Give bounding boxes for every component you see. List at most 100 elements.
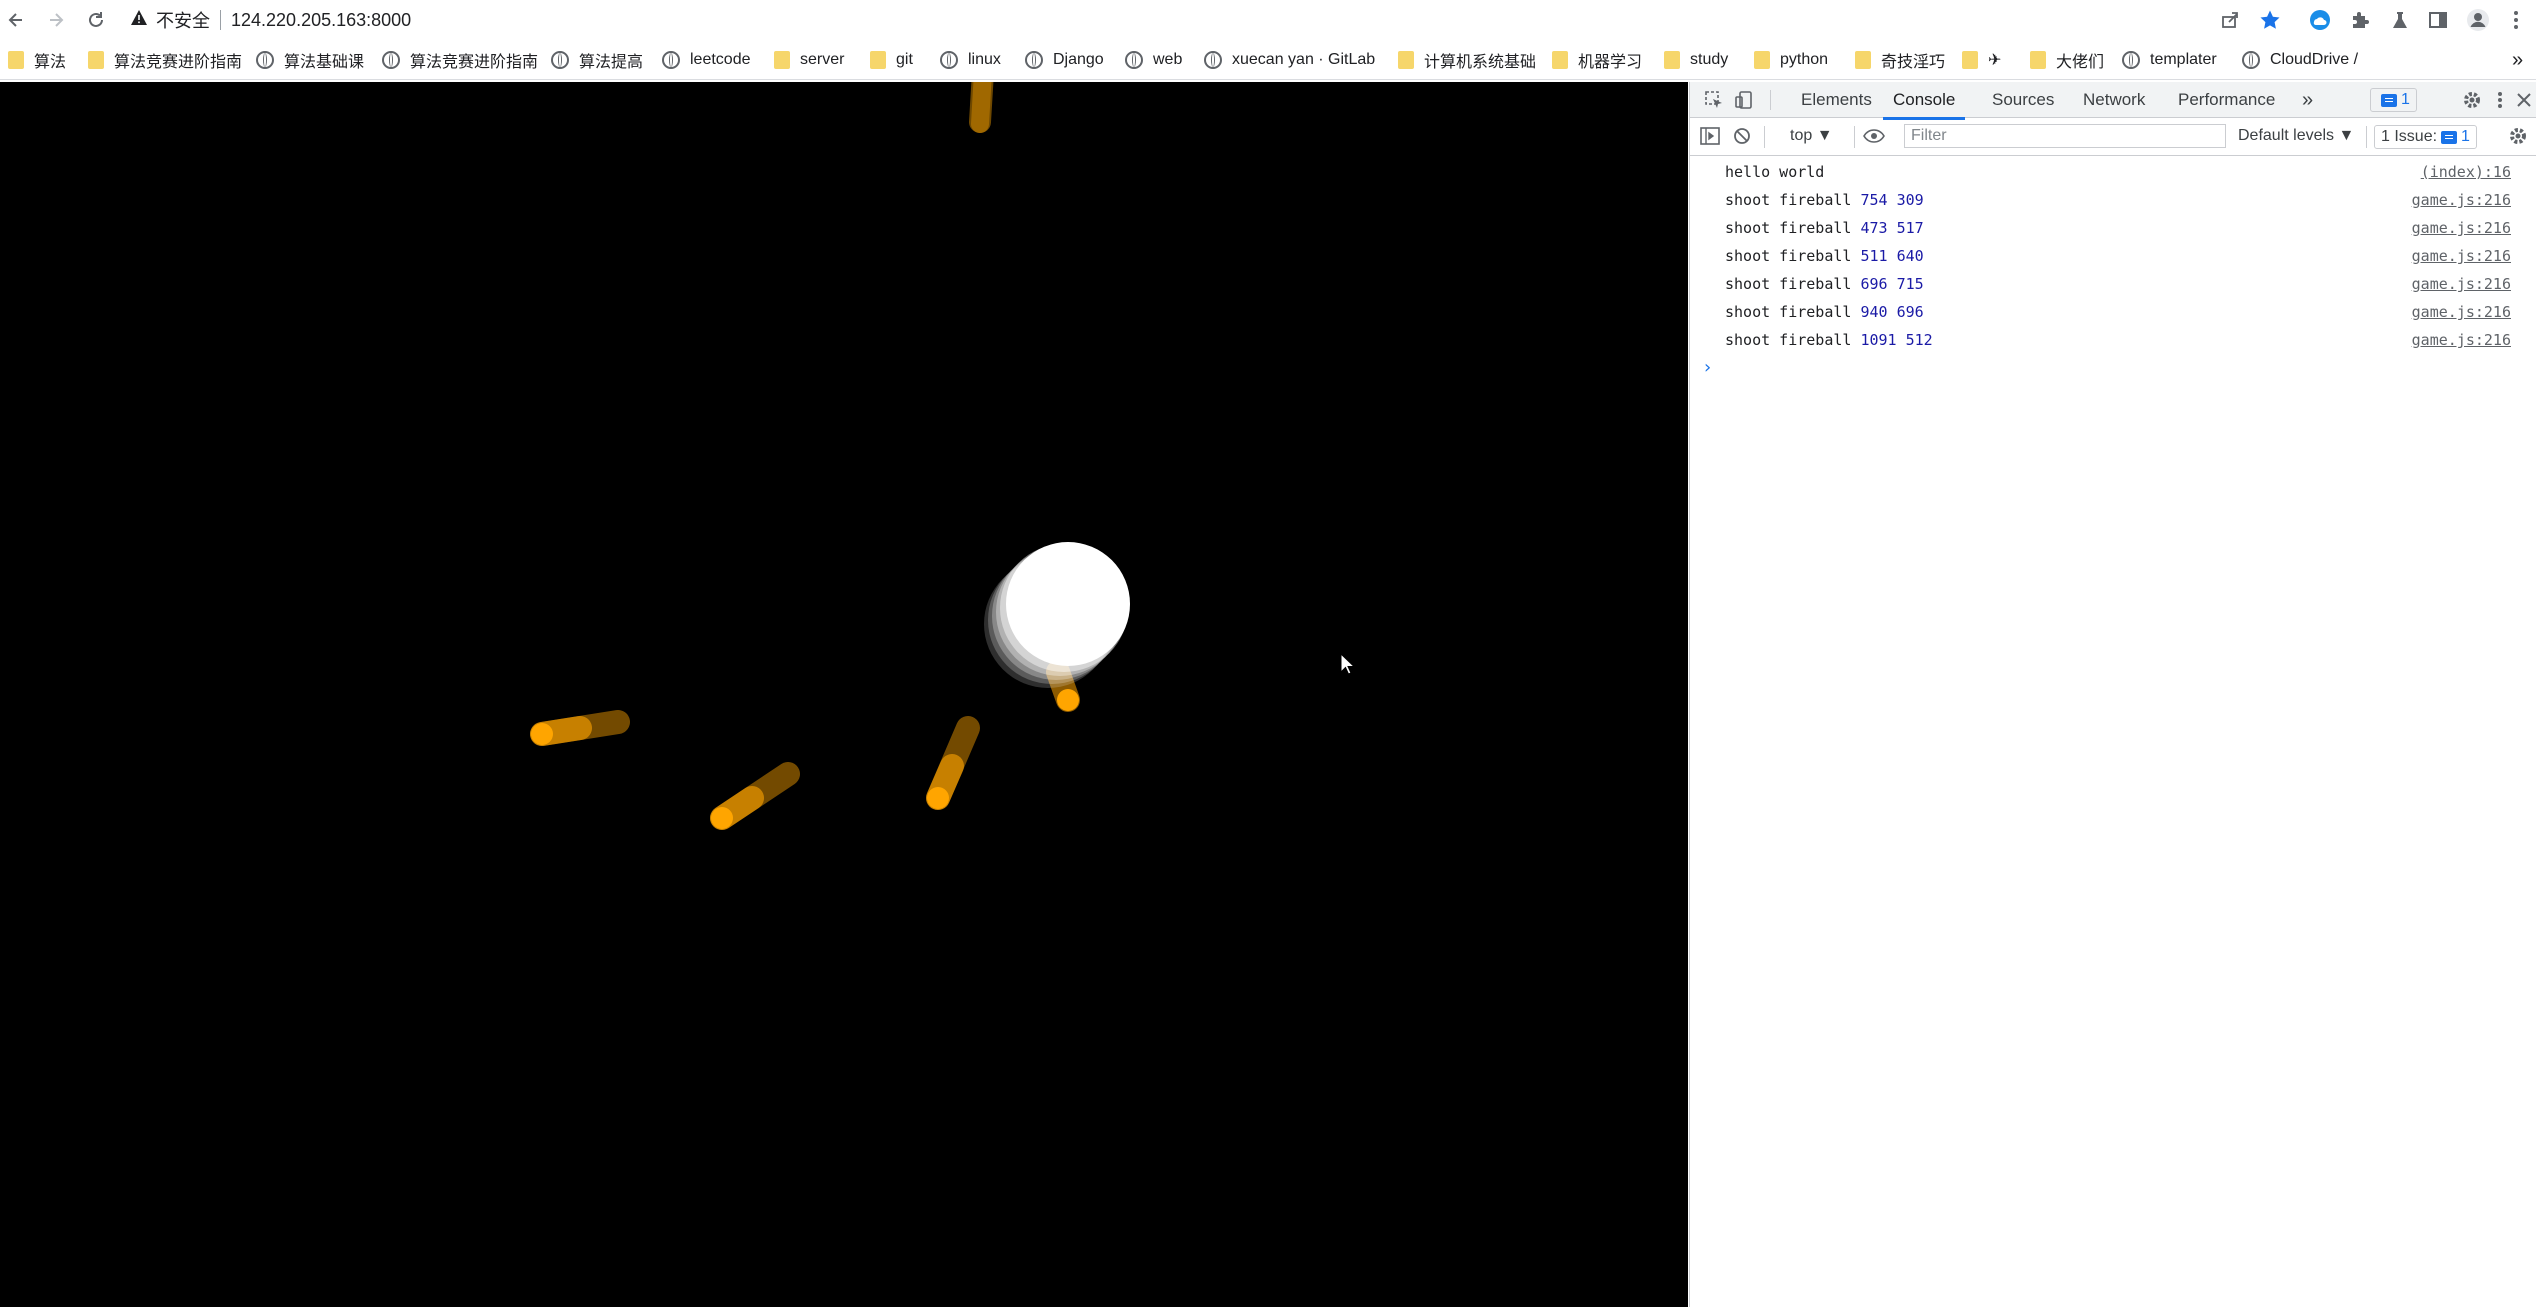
bookmark-item[interactable]: study xyxy=(1664,48,1728,72)
close-devtools-icon[interactable] xyxy=(2510,86,2536,114)
folder-icon xyxy=(2030,51,2046,69)
log-text: shoot fireball xyxy=(1725,331,1852,349)
puzzle-extensions-icon[interactable] xyxy=(2346,6,2374,34)
log-text: shoot fireball xyxy=(1725,219,1852,237)
menu-icon[interactable] xyxy=(2502,6,2530,34)
source-link[interactable]: game.js:216 xyxy=(2412,186,2511,214)
log-number: 640 xyxy=(1896,247,1924,265)
tab-separator xyxy=(1770,90,1771,110)
filter-input[interactable] xyxy=(1904,124,2226,148)
game-canvas[interactable] xyxy=(0,82,1688,1307)
source-link[interactable]: game.js:216 xyxy=(2412,298,2511,326)
bookmark-item[interactable]: 机器学习 xyxy=(1552,48,1642,72)
bookmark-label: xuecan yan · GitLab xyxy=(1232,51,1376,68)
log-number: 940 xyxy=(1860,303,1888,321)
bookmark-item[interactable]: CloudDrive / xyxy=(2242,48,2358,72)
bookmark-label: server xyxy=(800,51,845,68)
bookmark-item[interactable]: python xyxy=(1754,48,1828,72)
inspect-element-icon[interactable] xyxy=(1700,86,1728,114)
bookmark-label: 计算机系统基础 xyxy=(1424,54,1537,71)
issues-count: 1 xyxy=(2461,128,2470,145)
toolbar-separator xyxy=(2366,126,2367,148)
source-link[interactable]: game.js:216 xyxy=(2412,242,2511,270)
bookmark-label: 机器学习 xyxy=(1578,54,1643,71)
log-number: 512 xyxy=(1905,331,1933,349)
messages-badge[interactable]: 1 xyxy=(2370,88,2417,112)
bookmark-item[interactable]: 计算机系统基础 xyxy=(1398,48,1536,72)
log-text: hello world xyxy=(1725,163,1825,181)
bookmark-item[interactable]: leetcode xyxy=(662,48,751,72)
bookmark-item[interactable]: templater xyxy=(2122,48,2217,72)
devtools-tab-bar: Elements Console Sources Network Perform… xyxy=(1690,82,2536,120)
cloud-extension-icon[interactable] xyxy=(2306,6,2334,34)
mouse-cursor-icon xyxy=(1340,652,1356,675)
security-label[interactable]: 不安全 xyxy=(156,7,210,33)
globe-icon xyxy=(551,51,569,69)
log-number: 696 xyxy=(1896,303,1924,321)
log-levels-dropdown[interactable]: Default levels ▼ xyxy=(2238,127,2354,145)
log-number: 517 xyxy=(1896,219,1924,237)
address-bar[interactable]: 不安全 124.220.205.163:8000 xyxy=(130,4,411,36)
more-tabs-button[interactable]: » xyxy=(2302,82,2313,117)
clear-console-icon[interactable] xyxy=(1728,122,1756,150)
console-message: shoot fireball 696 715 game.js:216 xyxy=(1690,270,2536,298)
console-settings-gear-icon[interactable] xyxy=(2504,122,2532,150)
bookmark-item[interactable]: Django xyxy=(1025,48,1104,72)
bookmark-item[interactable]: linux xyxy=(940,48,1001,72)
log-number: 511 xyxy=(1860,247,1888,265)
bookmark-item[interactable]: 算法基础课 xyxy=(256,48,364,72)
reload-icon[interactable] xyxy=(82,6,110,34)
bookmark-item[interactable]: xuecan yan · GitLab xyxy=(1204,48,1375,72)
bookmark-item[interactable]: 算法竞赛进阶指南 xyxy=(88,48,242,72)
message-icon xyxy=(2381,93,2397,107)
devtools-panel: Elements Console Sources Network Perform… xyxy=(1689,82,2536,1307)
message-count: 1 xyxy=(2401,91,2410,108)
labs-flask-icon[interactable] xyxy=(2386,6,2414,34)
log-text: shoot fireball xyxy=(1725,247,1852,265)
bookmarks-overflow-button[interactable]: » xyxy=(2512,48,2523,72)
bookmark-item[interactable]: git xyxy=(870,48,913,72)
context-selector[interactable]: top ▼ xyxy=(1790,127,1833,145)
tab-console[interactable]: Console xyxy=(1883,82,1966,120)
forward-icon[interactable] xyxy=(42,6,70,34)
bookmark-item[interactable]: 奇技淫巧 xyxy=(1855,48,1945,72)
back-icon[interactable] xyxy=(2,6,30,34)
bookmark-item[interactable]: web xyxy=(1125,48,1182,72)
bookmark-item[interactable]: ✈ xyxy=(1962,48,2001,72)
tab-network[interactable]: Network xyxy=(2083,82,2145,117)
tab-sources[interactable]: Sources xyxy=(1992,82,2054,117)
bookmark-label: 算法 xyxy=(34,54,67,71)
console-prompt[interactable]: › xyxy=(1690,354,2536,382)
tab-elements[interactable]: Elements xyxy=(1801,82,1872,117)
side-panel-icon[interactable] xyxy=(2424,6,2452,34)
issues-button[interactable]: 1 Issue: 1 xyxy=(2374,125,2477,149)
source-link[interactable]: (index):16 xyxy=(2421,158,2511,186)
share-icon[interactable] xyxy=(2216,6,2244,34)
settings-gear-icon[interactable] xyxy=(2458,86,2486,114)
sidebar-toggle-icon[interactable] xyxy=(1696,122,1724,150)
bookmark-label: CloudDrive / xyxy=(2270,51,2359,68)
omnibox-separator xyxy=(220,10,221,30)
console-message: shoot fireball 511 640 game.js:216 xyxy=(1690,242,2536,270)
folder-icon xyxy=(1754,51,1770,69)
device-toolbar-icon[interactable] xyxy=(1730,86,1758,114)
url-text[interactable]: 124.220.205.163:8000 xyxy=(231,10,411,31)
source-link[interactable]: game.js:216 xyxy=(2412,214,2511,242)
bookmark-item[interactable]: 算法竞赛进阶指南 xyxy=(382,48,538,72)
fireball xyxy=(926,716,980,810)
source-link[interactable]: game.js:216 xyxy=(2412,270,2511,298)
folder-icon xyxy=(1398,51,1414,69)
tab-performance[interactable]: Performance xyxy=(2178,82,2275,117)
bookmark-item[interactable]: 大佬们 xyxy=(2030,48,2104,72)
log-number: 473 xyxy=(1860,219,1888,237)
bookmark-item[interactable]: 算法 xyxy=(8,48,66,72)
live-expression-eye-icon[interactable] xyxy=(1860,122,1888,150)
source-link[interactable]: game.js:216 xyxy=(2412,326,2511,354)
browser-toolbar: 不安全 124.220.205.163:8000 xyxy=(0,0,2536,40)
profile-icon[interactable] xyxy=(2464,6,2492,34)
bookmark-item[interactable]: 算法提高 xyxy=(551,48,643,72)
bookmark-item[interactable]: server xyxy=(774,48,844,72)
star-icon[interactable] xyxy=(2256,6,2284,34)
folder-icon xyxy=(870,51,886,69)
console-toolbar: top ▼ Default levels ▼ 1 Issue: 1 xyxy=(1690,118,2536,156)
